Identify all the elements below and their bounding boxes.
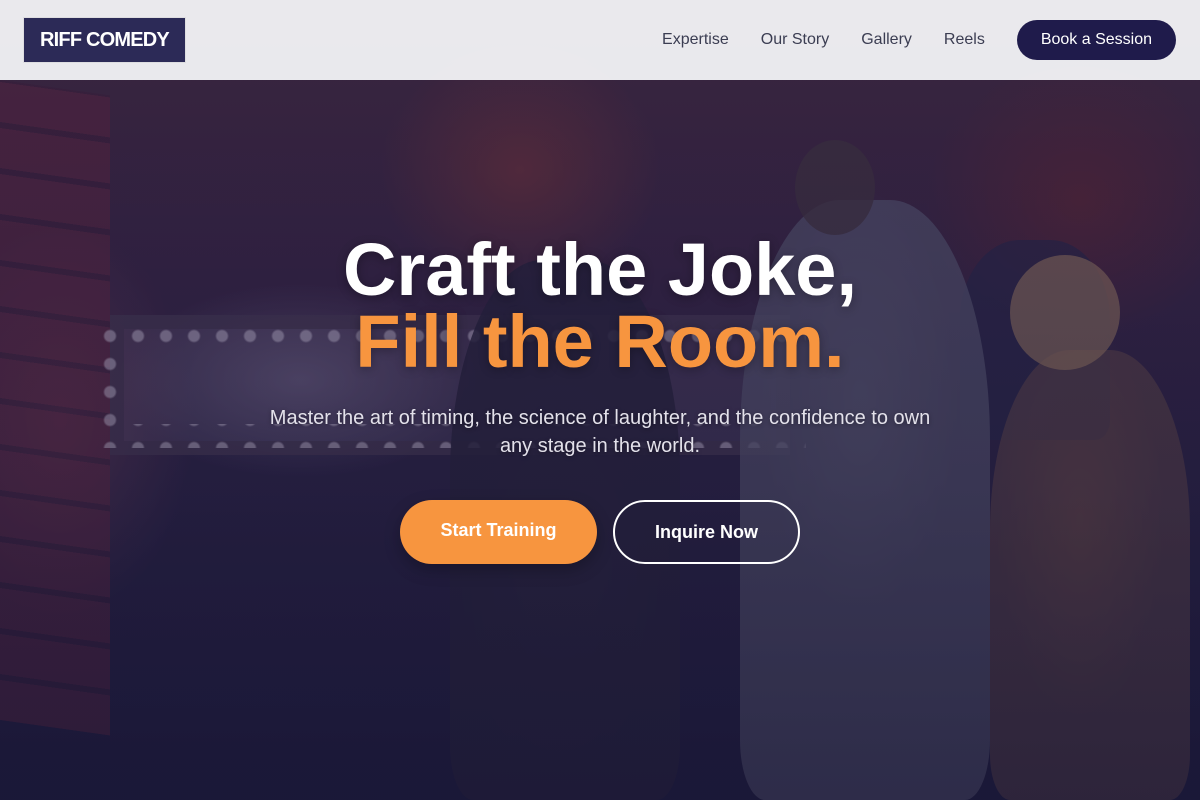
hero-section: Craft the Joke, Fill the Room. Master th… [0, 80, 1200, 800]
start-training-button[interactable]: Start Training [400, 500, 597, 564]
nav-link-expertise[interactable]: Expertise [662, 31, 729, 49]
hero-headline: Craft the Joke, Fill the Room. [0, 233, 1200, 383]
headline-line-1: Craft the Joke, [342, 228, 858, 311]
hero-cta-group: Start Training Inquire Now [0, 500, 1200, 564]
headline-line-2: Fill the Room. [355, 300, 845, 383]
book-session-button[interactable]: Book a Session [1016, 20, 1176, 60]
nav-link-reels[interactable]: Reels [944, 31, 985, 49]
inquire-now-button[interactable]: Inquire Now [613, 500, 800, 564]
site-header: RIFF COMEDY Expertise Our Story Gallery … [0, 0, 1200, 80]
nav-link-our-story[interactable]: Our Story [761, 31, 829, 49]
site-logo[interactable]: RIFF COMEDY [24, 18, 185, 62]
main-nav: Expertise Our Story Gallery Reels Book a… [662, 20, 1176, 60]
nav-link-gallery[interactable]: Gallery [861, 31, 912, 49]
hero-subtitle: Master the art of timing, the science of… [269, 407, 931, 457]
